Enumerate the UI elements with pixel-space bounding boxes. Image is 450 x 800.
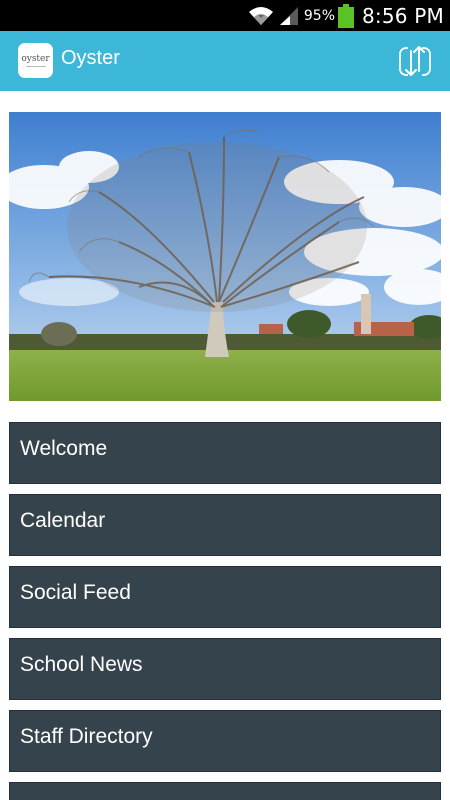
menu-item-social-feed[interactable]: Social Feed (9, 566, 441, 628)
menu-item-school-news[interactable]: School News (9, 638, 441, 700)
status-bar: 95% 8:56 PM (0, 0, 450, 31)
menu-item-label: School News (20, 653, 143, 676)
menu-item-welcome[interactable]: Welcome (9, 422, 441, 484)
wifi-icon (248, 6, 273, 25)
tree-in-field-photo (9, 112, 441, 401)
menu-item-label: Staff Directory (20, 725, 153, 748)
signal-icon (279, 6, 298, 25)
hero-image (9, 112, 441, 401)
clock: 8:56 PM (362, 3, 444, 28)
status-icons: 95% 8:56 PM (248, 0, 444, 31)
battery-icon (338, 3, 354, 28)
menu-item-staff-directory[interactable]: Staff Directory (9, 710, 441, 772)
app-logo[interactable]: oyster (18, 43, 53, 78)
app-bar: oyster Oyster (0, 31, 450, 91)
menu-item-label: Social Feed (20, 581, 131, 604)
app-logo-underline (25, 65, 46, 67)
menu-item-label: Welcome (20, 437, 108, 460)
battery-percent: 95% (303, 7, 335, 24)
app-title: Oyster (61, 47, 120, 69)
app-logo-text: oyster (21, 53, 50, 64)
menu-item-label: Calendar (20, 509, 106, 532)
menu-item-partial[interactable] (9, 782, 441, 800)
menu-item-calendar[interactable]: Calendar (9, 494, 441, 556)
sync-arrows-icon[interactable] (398, 43, 432, 79)
